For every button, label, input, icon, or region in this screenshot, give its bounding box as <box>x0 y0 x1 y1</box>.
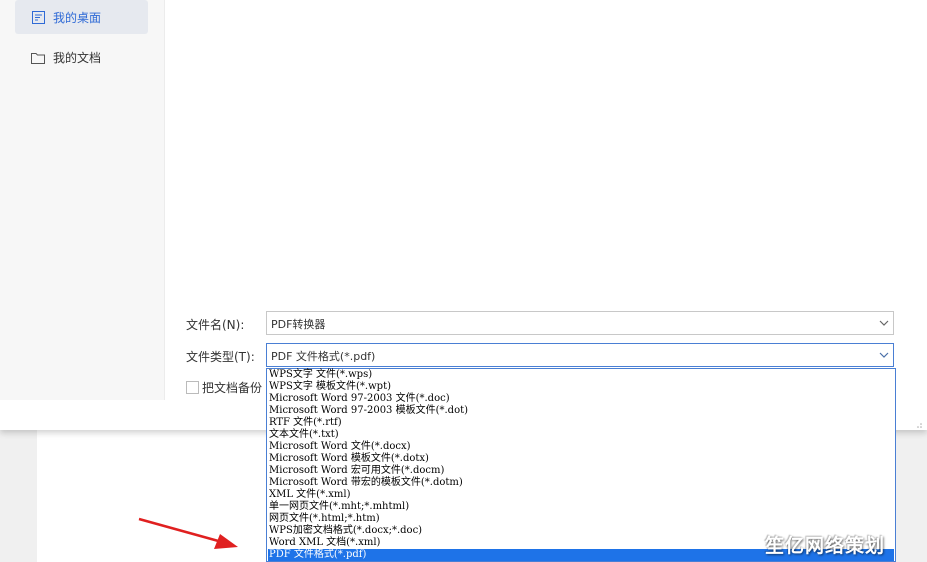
watermark-text: 笙亿网络策划 <box>765 535 886 557</box>
annotation-arrow-icon <box>138 517 238 549</box>
